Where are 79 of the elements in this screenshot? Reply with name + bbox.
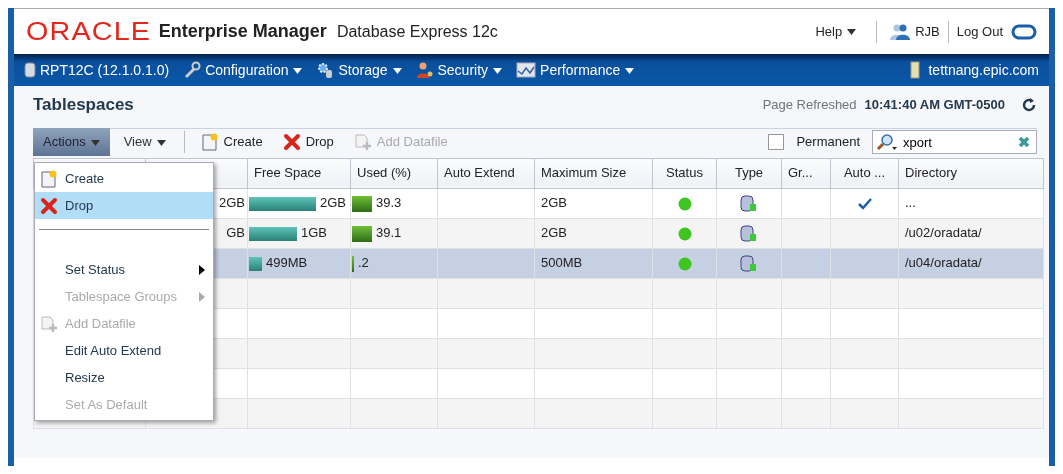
wrench-icon (183, 61, 202, 79)
caret-icon (392, 67, 402, 74)
menu-item[interactable]: Set Status (35, 256, 213, 283)
table-cell: 2GB (320, 195, 346, 211)
submenu-arrow-icon (199, 264, 205, 275)
column-header[interactable]: Maximum Size (534, 158, 653, 188)
table-cell: 2GB (219, 195, 245, 211)
table-cell: 2GB (541, 225, 567, 241)
submenu-arrow-icon (199, 291, 205, 302)
database-icon (740, 254, 758, 273)
column-header[interactable]: Directory (898, 158, 1044, 188)
refreshed-time: 10:41:40 AM GMT-0500 (864, 96, 1005, 114)
menu-item[interactable]: Create (35, 165, 213, 192)
column-header[interactable]: Type (716, 158, 782, 188)
product-name: Enterprise Manager (158, 20, 327, 43)
database-icon (24, 62, 36, 78)
menu-item[interactable]: Drop (35, 192, 213, 219)
table-cell: GB (226, 225, 245, 241)
caret-icon (90, 139, 100, 146)
caret-icon (493, 67, 503, 74)
checkbox-label: Permanent (796, 133, 860, 152)
logo: ORACLE (26, 15, 152, 47)
caret-icon (625, 67, 635, 74)
add-file-icon (353, 133, 372, 151)
caret-icon (156, 139, 166, 146)
toolbar-button[interactable]: Drop (274, 130, 342, 154)
delete-icon (40, 196, 58, 215)
table-cell: .2 (358, 255, 369, 271)
menu-item[interactable]: Resize (35, 364, 213, 391)
caret-icon (847, 29, 857, 36)
new-document-icon (200, 133, 219, 151)
host-name: tettnang.epic.com (928, 60, 1039, 80)
clear-icon[interactable] (1017, 135, 1031, 149)
user-name: RJB (915, 22, 940, 41)
nav-menu[interactable]: Configuration (205, 59, 303, 81)
toolbar-button[interactable]: Create (192, 130, 271, 154)
table-cell: ... (905, 195, 916, 211)
table-cell: /u02/oradata/ (905, 225, 982, 241)
delete-icon (282, 133, 301, 151)
column-header[interactable]: Free Space (247, 158, 351, 188)
nav-menu[interactable]: Security (437, 59, 503, 81)
gear-icon (316, 61, 335, 79)
toolbar-menu[interactable]: View (113, 128, 176, 156)
menu-item[interactable]: Edit Auto Extend (35, 337, 213, 364)
table-cell: /u04/oradata/ (905, 255, 982, 271)
user-key-icon (415, 61, 434, 79)
table-cell: 39.3 (376, 195, 402, 211)
nav-menu[interactable]: Storage (338, 59, 402, 81)
search-icon (876, 133, 898, 151)
refresh-icon[interactable] (1021, 96, 1037, 113)
toolbar-menu[interactable]: Actions (33, 128, 110, 156)
chart-icon (516, 62, 537, 78)
table-cell: 500MB (541, 255, 583, 271)
oracle-logo-icon (1011, 23, 1037, 40)
database-icon (740, 194, 758, 213)
database-icon (740, 224, 758, 243)
page-title: Tablespaces (33, 94, 134, 116)
product-edition: Database Express 12c (336, 21, 498, 42)
users-icon (889, 22, 912, 41)
column-header[interactable]: Auto Extend (437, 158, 535, 188)
help-menu[interactable]: Help (815, 21, 857, 42)
table-cell: 2GB (541, 195, 567, 211)
add-file-icon (40, 314, 58, 333)
table-cell: 499MB (266, 255, 308, 271)
column-header[interactable]: Gr... (781, 158, 831, 188)
refreshed-label: Page Refreshed (762, 96, 857, 114)
table-cell: 1GB (301, 225, 327, 241)
column-header[interactable]: Auto ... (830, 158, 899, 188)
server-icon (910, 61, 921, 79)
nav-menu[interactable]: Performance (540, 59, 635, 81)
caret-icon (293, 67, 303, 74)
new-document-icon (40, 169, 58, 188)
column-header[interactable]: Used (%) (350, 158, 438, 188)
database-name[interactable]: RPT12C (12.1.0.1.0) (40, 59, 170, 81)
checkbox[interactable] (768, 134, 785, 150)
column-header[interactable]: Status (652, 158, 717, 188)
search-field[interactable]: xport (872, 130, 1037, 154)
logout-link[interactable]: Log Out (956, 21, 1003, 42)
table-cell: 39.1 (376, 225, 402, 241)
